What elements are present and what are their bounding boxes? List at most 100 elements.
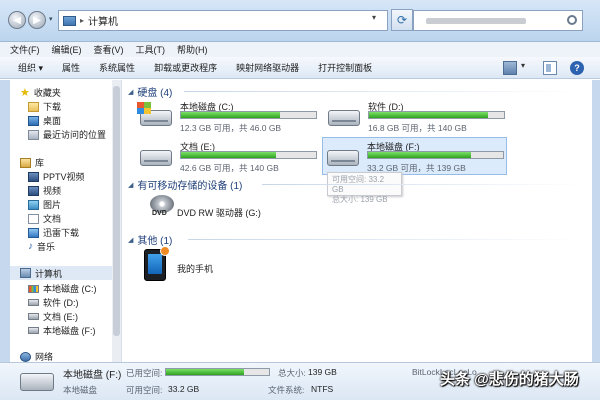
- view-options-dropdown[interactable]: ▾: [521, 61, 525, 75]
- video-library-icon: [28, 185, 39, 196]
- sidebar-favorites[interactable]: ★ 收藏夹: [20, 86, 61, 99]
- details-fs-value: NTFS: [311, 384, 334, 394]
- open-control-panel-button[interactable]: 打开控制面板: [318, 61, 372, 74]
- sidebar-drive-c[interactable]: 本地磁盘 (C:): [28, 282, 97, 295]
- details-fs-label: 文件系统:: [268, 385, 305, 395]
- pictures-icon: [28, 199, 39, 210]
- sidebar-item-downloads[interactable]: 下载: [28, 100, 61, 113]
- drive-f[interactable]: 本地磁盘 (F:) 33.2 GB 可用，共 139 GB: [322, 137, 507, 175]
- drive-d[interactable]: 软件 (D:) 16.8 GB 可用，共 140 GB: [324, 98, 509, 136]
- sidebar-item-label: 文档: [43, 214, 62, 224]
- menu-file[interactable]: 文件(F): [10, 43, 40, 56]
- section-divider: [188, 239, 584, 240]
- preview-pane-icon[interactable]: [543, 61, 557, 75]
- details-total-value: 139 GB: [308, 367, 337, 377]
- section-removable[interactable]: ◢ 有可移动存储的设备 (1): [128, 177, 242, 192]
- desktop-icon: [28, 115, 39, 126]
- menu-help[interactable]: 帮助(H): [177, 43, 208, 56]
- collapse-arrow-icon: ◢: [128, 236, 134, 244]
- window-frame-right: [592, 80, 600, 362]
- uninstall-program-button[interactable]: 卸载或更改程序: [154, 61, 217, 74]
- sidebar-item-documents[interactable]: 文档: [28, 212, 61, 225]
- section-other[interactable]: ◢ 其他 (1): [128, 232, 172, 247]
- tooltip-free-space: 可用空间: 33.2 GB: [332, 175, 385, 194]
- breadcrumb-computer[interactable]: 计算机: [88, 13, 118, 28]
- hard-drive-icon: [28, 299, 39, 306]
- sidebar-item-label: 本地磁盘 (C:): [43, 284, 97, 294]
- search-icon: [567, 15, 577, 25]
- window-frame-left: [0, 80, 10, 362]
- back-button[interactable]: ◀: [8, 11, 26, 29]
- change-view-icon[interactable]: [503, 61, 517, 75]
- sidebar-computer[interactable]: 计算机: [10, 266, 118, 280]
- hard-drive-icon: [28, 313, 39, 320]
- command-bar: 组织 ▾ 属性 系统属性 卸载或更改程序 映射网络驱动器 打开控制面板 ▾ ?: [0, 57, 600, 79]
- video-library-icon: [28, 171, 39, 182]
- section-hard-disks[interactable]: ◢ 硬盘 (4): [128, 84, 172, 99]
- map-network-drive-button[interactable]: 映射网络驱动器: [236, 61, 299, 74]
- drive-capacity-text: 42.6 GB 可用，共 140 GB: [180, 163, 279, 173]
- sidebar-network[interactable]: 网络: [20, 350, 53, 362]
- properties-button[interactable]: 属性: [62, 61, 80, 74]
- search-input[interactable]: [413, 10, 583, 31]
- content-pane: ◢ 硬盘 (4) 本地磁盘 (C:) 12.3 GB 可用，共 46.0 GB …: [122, 80, 592, 362]
- sidebar-item-desktop[interactable]: 桌面: [28, 114, 61, 127]
- sidebar-drive-f[interactable]: 本地磁盘 (F:): [28, 324, 96, 337]
- sidebar-item-label: 软件 (D:): [43, 298, 79, 308]
- phone-badge-icon: [160, 246, 170, 256]
- menu-edit[interactable]: 编辑(E): [52, 43, 82, 56]
- address-bar[interactable]: ▸ 计算机: [58, 10, 388, 31]
- music-icon: ♪: [28, 240, 33, 252]
- navigation-scrollbar[interactable]: [112, 80, 121, 362]
- capacity-bar-fill: [181, 112, 280, 118]
- help-icon[interactable]: ?: [570, 61, 584, 75]
- drive-e[interactable]: 文档 (E:) 42.6 GB 可用，共 140 GB: [136, 138, 321, 176]
- hard-drive-icon: [140, 150, 172, 166]
- hard-drive-icon: [20, 373, 54, 391]
- scrollbar-thumb[interactable]: [113, 86, 120, 336]
- capacity-bar: [367, 151, 504, 159]
- address-dropdown[interactable]: ▾: [372, 13, 376, 22]
- dvd-drive-icon[interactable]: DVD: [150, 195, 174, 221]
- sidebar-item-label: 桌面: [43, 116, 62, 126]
- sidebar-drive-d[interactable]: 软件 (D:): [28, 296, 79, 309]
- sidebar-item-thunder-downloads[interactable]: 迅雷下载: [28, 226, 79, 239]
- title-bar: ◀ ▶ ▾ ▸ 计算机 ▾ ⟳: [0, 0, 600, 42]
- capacity-bar: [368, 111, 505, 119]
- capacity-bar-fill: [166, 369, 245, 375]
- capacity-bar-fill: [368, 152, 471, 158]
- network-icon: [20, 351, 31, 362]
- hard-drive-icon: [328, 110, 360, 126]
- watermark: 头条 @悲伤的猪大肠: [440, 371, 579, 388]
- sidebar-libraries-label: 库: [35, 158, 45, 168]
- sidebar-item-label: 视频: [43, 186, 62, 196]
- sidebar-item-videos[interactable]: 视频: [28, 184, 61, 197]
- sidebar-item-pictures[interactable]: 图片: [28, 198, 61, 211]
- dvd-drive-name[interactable]: DVD RW 驱动器 (G:): [177, 206, 261, 219]
- breadcrumb-separator: ▸: [80, 16, 85, 25]
- sidebar-libraries[interactable]: 库: [20, 156, 44, 169]
- sidebar-computer-label: 计算机: [35, 268, 63, 279]
- forward-button[interactable]: ▶: [28, 11, 46, 29]
- phone-device-name[interactable]: 我的手机: [177, 262, 213, 275]
- menu-tools[interactable]: 工具(T): [136, 43, 166, 56]
- menu-view[interactable]: 查看(V): [94, 43, 124, 56]
- recent-pages-dropdown[interactable]: ▾: [49, 15, 53, 23]
- section-title: 硬盘 (4): [137, 88, 173, 99]
- system-properties-button[interactable]: 系统属性: [99, 61, 135, 74]
- drive-c[interactable]: 本地磁盘 (C:) 12.3 GB 可用，共 46.0 GB: [136, 98, 321, 136]
- refresh-button[interactable]: ⟳: [391, 9, 413, 31]
- phone-icon[interactable]: [144, 246, 170, 281]
- sidebar-item-music[interactable]: ♪ 音乐: [28, 240, 55, 253]
- sidebar-item-label: 音乐: [37, 242, 56, 252]
- sidebar-item-label: 文档 (E:): [43, 312, 78, 322]
- sidebar-item-pptv[interactable]: PPTV视频: [28, 170, 85, 183]
- section-divider: [184, 91, 584, 92]
- organize-button[interactable]: 组织 ▾: [18, 61, 43, 74]
- collapse-arrow-icon: ◢: [128, 88, 134, 96]
- sidebar-item-label: 最近访问的位置: [43, 130, 107, 140]
- computer-icon: [63, 15, 76, 26]
- sidebar-item-recent-places[interactable]: 最近访问的位置: [28, 128, 106, 141]
- hard-drive-icon: [28, 327, 39, 334]
- sidebar-drive-e[interactable]: 文档 (E:): [28, 310, 78, 323]
